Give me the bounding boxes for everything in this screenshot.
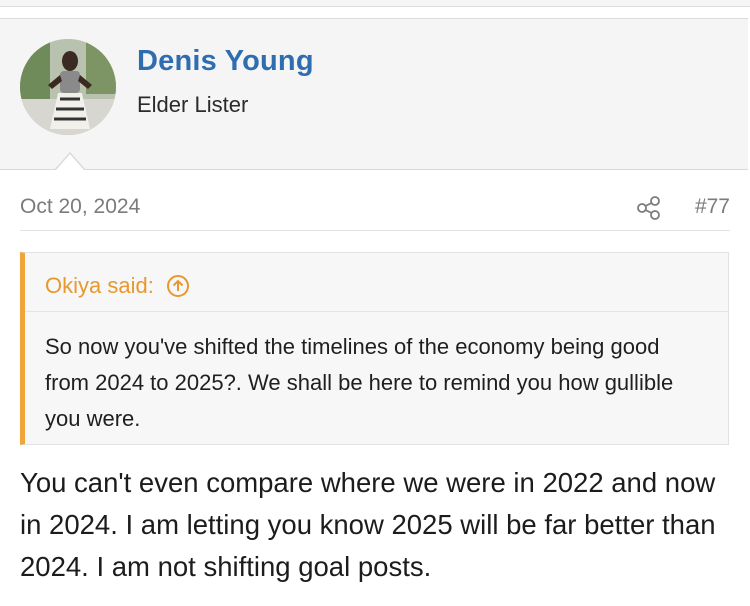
meta-divider	[20, 230, 730, 231]
quote-divider	[25, 311, 728, 312]
user-title: Elder Lister	[137, 92, 249, 117]
quote-text: So now you've shifted the timelines of t…	[45, 334, 674, 431]
post-body: You can't even compare where we were in …	[20, 467, 716, 582]
post-date[interactable]: Oct 20, 2024	[20, 195, 140, 219]
quote-block: Okiya said: So now you've shifted the ti…	[20, 252, 729, 445]
top-strip	[0, 0, 750, 7]
post-number[interactable]: #77	[695, 195, 730, 219]
quote-author[interactable]: Okiya said:	[45, 273, 154, 299]
user-header: Denis Young Elder Lister	[0, 18, 748, 170]
arrow-up-circle-icon[interactable]	[166, 274, 190, 298]
avatar-image	[20, 39, 116, 135]
username[interactable]: Denis Young	[137, 45, 314, 78]
header-pointer	[55, 152, 85, 170]
avatar[interactable]	[20, 39, 116, 135]
share-icon[interactable]	[636, 195, 662, 221]
quote-header[interactable]: Okiya said:	[45, 273, 190, 299]
